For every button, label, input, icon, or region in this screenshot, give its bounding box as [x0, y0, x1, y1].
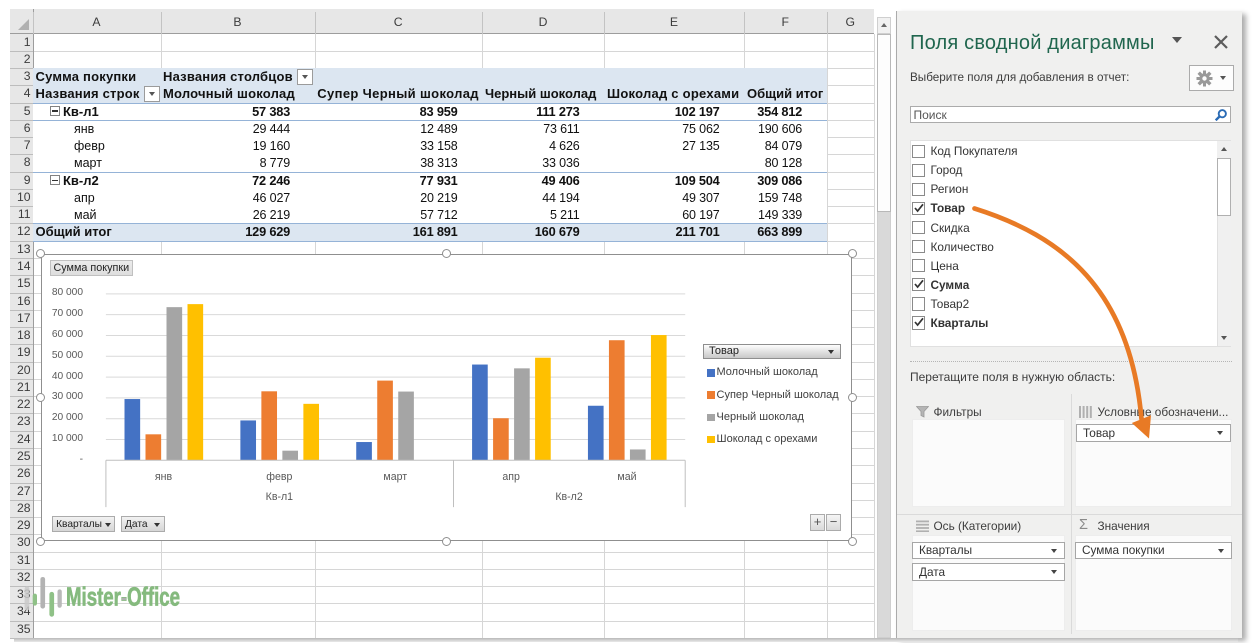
svg-text:Mister-Office: Mister-Office: [66, 582, 180, 612]
